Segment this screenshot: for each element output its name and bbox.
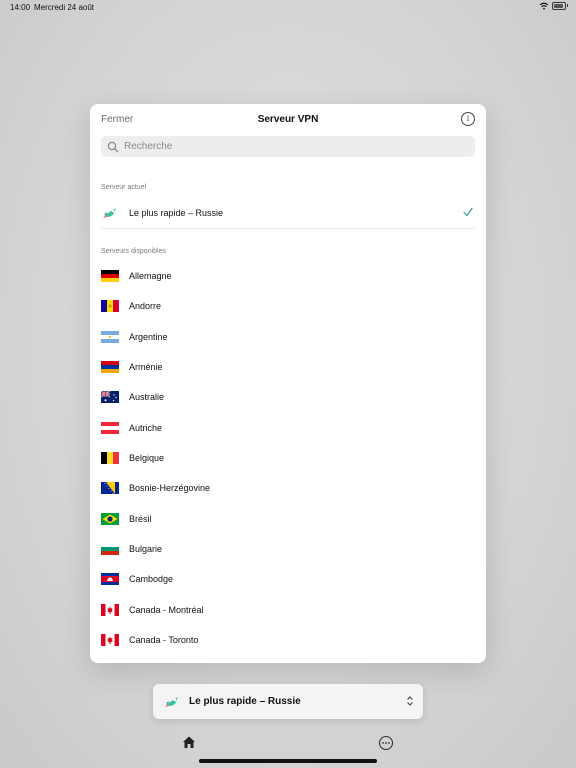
rocket-icon xyxy=(103,208,116,218)
server-selector-button[interactable]: Le plus rapide – Russie xyxy=(153,684,423,719)
flag-at-icon xyxy=(101,421,119,434)
server-name: Cambodge xyxy=(129,574,174,585)
server-name: Bosnie-Herzégovine xyxy=(129,483,211,494)
modal-header: Fermer Serveur VPN i xyxy=(90,104,486,136)
checkmark-icon xyxy=(463,207,473,217)
server-row[interactable]: Bosnie-Herzégovine xyxy=(101,473,475,503)
server-row[interactable]: Andorre xyxy=(101,291,475,321)
status-date: Mercredi 24 août xyxy=(34,3,95,12)
server-row[interactable]: Argentine xyxy=(101,322,475,352)
server-name: Andorre xyxy=(129,301,162,312)
server-row[interactable]: Canada - Montréal xyxy=(101,595,475,625)
flag-br-icon xyxy=(101,512,119,525)
vpn-server-modal: Fermer Serveur VPN i Serveur actuel Le p… xyxy=(90,104,486,663)
status-bar: 14:00 Mercredi 24 août xyxy=(0,0,576,14)
flag-kh-icon xyxy=(101,573,119,586)
server-row[interactable]: Allemagne xyxy=(101,261,475,291)
server-row[interactable]: Cambodge xyxy=(101,564,475,594)
server-name: Canada - Montréal xyxy=(129,604,204,615)
server-name: Belgique xyxy=(129,452,165,463)
server-row[interactable]: Belgique xyxy=(101,443,475,473)
current-server-section-label: Serveur actuel xyxy=(101,184,147,191)
home-indicator xyxy=(199,759,377,763)
current-server-row[interactable]: Le plus rapide – Russie xyxy=(101,198,475,229)
server-name: Allemagne xyxy=(129,271,172,281)
flag-be-icon xyxy=(101,451,119,464)
server-row[interactable]: Bulgarie xyxy=(101,534,475,564)
modal-title: Serveur VPN xyxy=(257,114,319,125)
status-icons xyxy=(539,2,568,10)
flag-ca-icon xyxy=(101,603,119,616)
server-name: Australie xyxy=(129,392,165,403)
server-row[interactable]: Autriche xyxy=(101,413,475,443)
flag-ba-icon xyxy=(101,482,119,495)
server-name: Canada - Toronto xyxy=(129,634,199,645)
server-name: Bulgarie xyxy=(129,543,163,554)
flag-de-icon xyxy=(101,270,119,282)
flag-am-icon xyxy=(101,360,119,373)
server-name: Autriche xyxy=(129,422,163,433)
search-field[interactable] xyxy=(101,136,475,157)
server-row[interactable]: Australie xyxy=(101,382,475,412)
flag-ar-icon xyxy=(101,330,119,343)
server-row[interactable]: Arménie xyxy=(101,352,475,382)
wifi-icon xyxy=(539,2,549,10)
selected-server-label: Le plus rapide – Russie xyxy=(189,696,301,707)
flag-bg-icon xyxy=(101,542,119,555)
server-row[interactable]: Canada - Toronto xyxy=(101,625,475,655)
search-input[interactable] xyxy=(122,140,456,153)
server-row[interactable]: Brésil xyxy=(101,504,475,534)
more-icon[interactable] xyxy=(378,735,394,751)
status-time: 14:00 xyxy=(10,3,31,12)
server-name: Brésil xyxy=(129,513,152,524)
server-name: Argentine xyxy=(129,331,168,342)
current-server-label: Le plus rapide – Russie xyxy=(129,208,224,218)
flag-ca-icon xyxy=(101,633,119,646)
flag-au-icon xyxy=(101,391,119,404)
rocket-icon xyxy=(165,696,178,707)
info-icon[interactable]: i xyxy=(461,112,475,126)
flag-ad-icon xyxy=(101,300,119,313)
available-servers-section-label: Serveurs disponibles xyxy=(101,248,166,255)
battery-icon xyxy=(552,2,568,10)
home-icon[interactable] xyxy=(182,735,196,749)
server-name: Arménie xyxy=(129,361,163,372)
chevron-up-down-icon xyxy=(407,696,413,706)
search-icon xyxy=(107,141,119,152)
